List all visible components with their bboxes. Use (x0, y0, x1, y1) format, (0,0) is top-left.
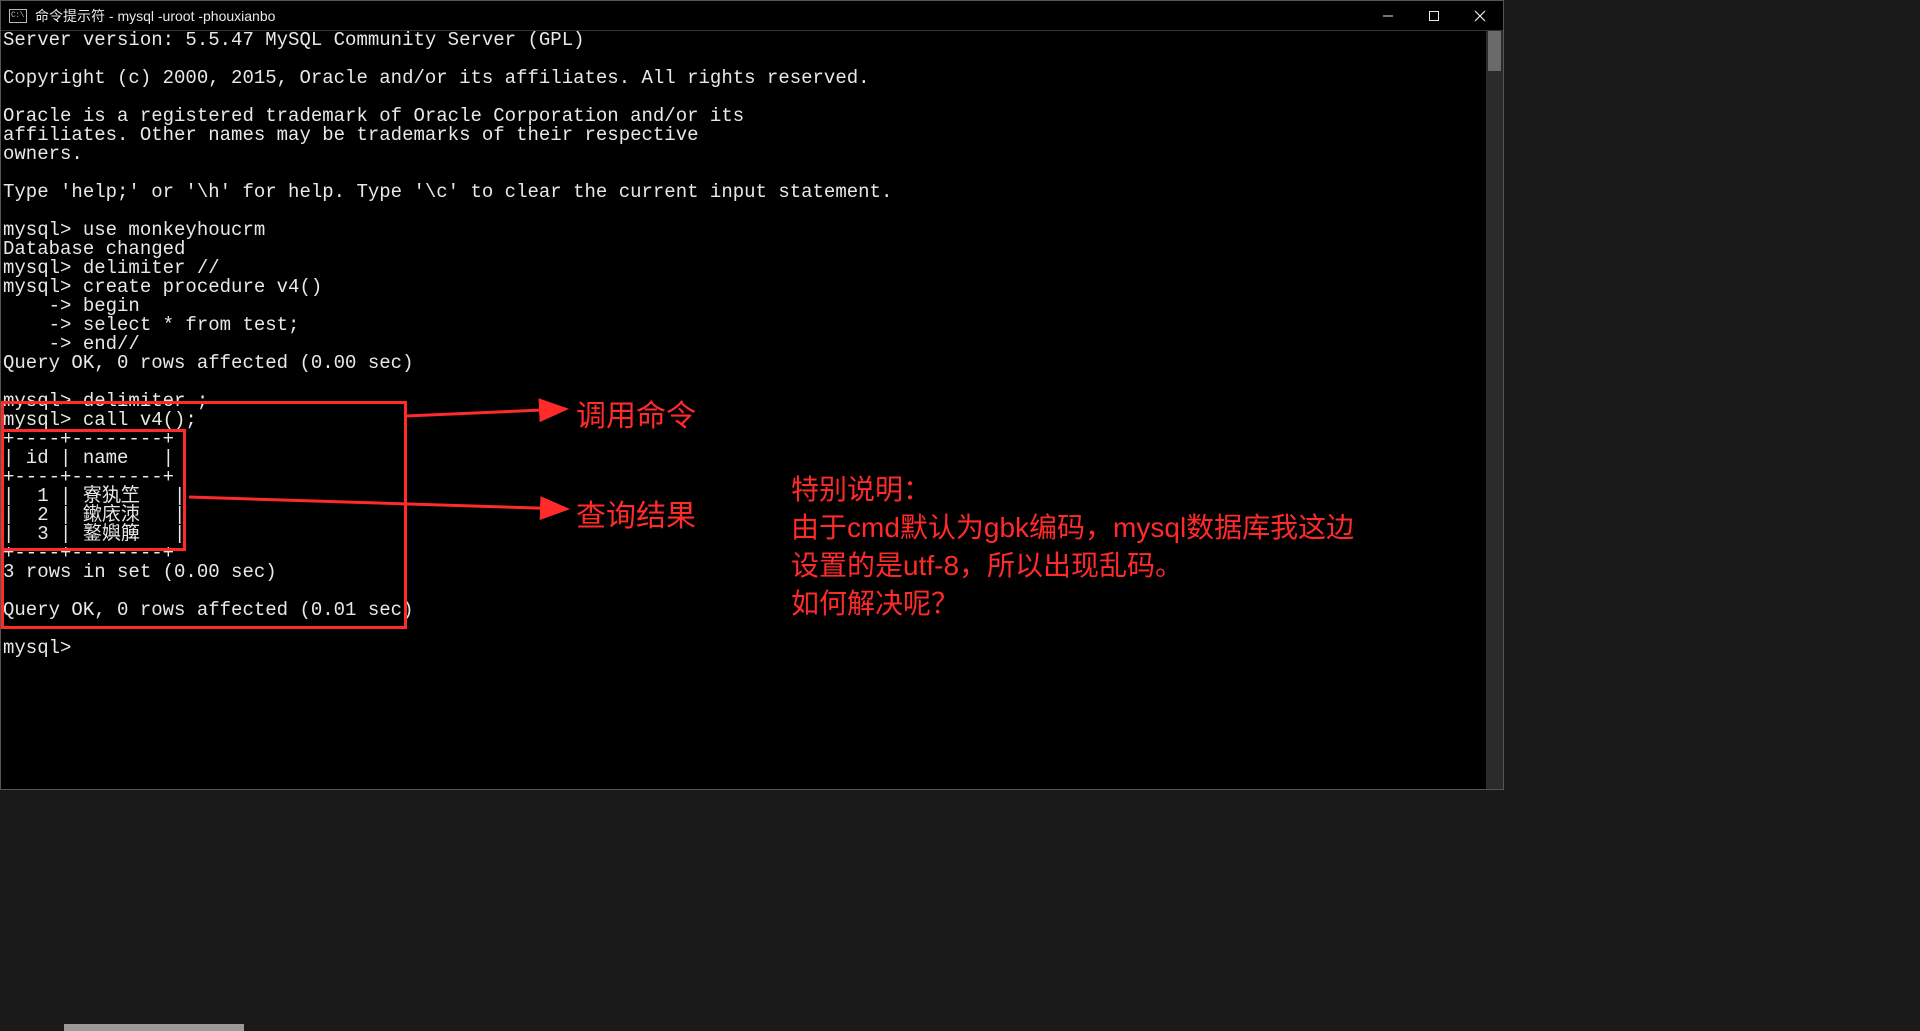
terminal-wrap: Server version: 5.5.47 MySQL Community S… (1, 31, 1503, 789)
taskbar-active-app[interactable] (64, 1024, 244, 1031)
scrollbar-thumb[interactable] (1488, 31, 1501, 71)
close-button[interactable] (1457, 1, 1503, 31)
vertical-scrollbar[interactable] (1486, 31, 1503, 789)
titlebar[interactable]: C:\ 命令提示符 - mysql -uroot -phouxianbo (1, 1, 1503, 31)
terminal-output[interactable]: Server version: 5.5.47 MySQL Community S… (1, 31, 1486, 789)
cmd-icon: C:\ (9, 9, 27, 23)
window-title: 命令提示符 - mysql -uroot -phouxianbo (35, 6, 275, 26)
taskbar[interactable] (0, 1023, 1504, 1031)
maximize-button[interactable] (1411, 1, 1457, 31)
command-prompt-window: C:\ 命令提示符 - mysql -uroot -phouxianbo Ser… (0, 0, 1504, 790)
minimize-button[interactable] (1365, 1, 1411, 31)
window-controls (1365, 1, 1503, 31)
